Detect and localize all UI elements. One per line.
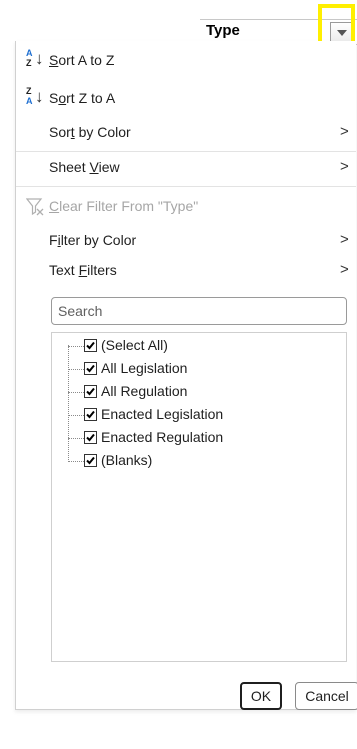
menu-separator	[16, 151, 356, 152]
filter-by-color-label: Filter by Color	[49, 232, 137, 248]
checkbox[interactable]	[84, 408, 97, 421]
tree-branch	[68, 369, 84, 370]
text-filters-item[interactable]: Text Filters >	[16, 257, 356, 285]
sort-z-to-a-label: Sort Z to A	[49, 90, 116, 106]
filter-by-color-item[interactable]: Filter by Color >	[16, 227, 356, 255]
checkbox[interactable]	[84, 385, 97, 398]
submenu-arrow-icon: >	[340, 261, 349, 278]
checkbox[interactable]	[84, 454, 97, 467]
checkbox[interactable]	[84, 339, 97, 352]
sort-icon-top-letter: Z	[26, 86, 32, 96]
list-item[interactable]: Enacted Legislation	[52, 404, 342, 426]
list-item-label: Enacted Regulation	[101, 429, 224, 445]
tree-branch	[68, 438, 84, 439]
text-filters-label: Text Filters	[49, 262, 117, 278]
list-item[interactable]: All Legislation	[52, 358, 342, 380]
tree-branch	[68, 346, 84, 347]
submenu-arrow-icon: >	[340, 231, 349, 248]
list-item-label: Enacted Legislation	[101, 406, 224, 422]
sort-icon-bottom-letter: Z	[26, 58, 32, 68]
sort-icon-bottom-letter: A	[26, 96, 33, 106]
search-input[interactable]	[51, 297, 347, 325]
sheet-view-label: Sheet View	[49, 159, 120, 175]
list-item-label: All Regulation	[101, 383, 188, 399]
down-arrow-icon: ↓	[35, 87, 44, 106]
list-item[interactable]: (Blanks)	[52, 450, 342, 472]
tree-branch	[68, 392, 84, 393]
down-arrow-icon: ↓	[35, 49, 44, 68]
sort-a-to-z-label: Sort A to Z	[49, 52, 115, 68]
sort-icon-top-letter: A	[26, 48, 33, 58]
autofilter-menu: A Z ↓ Sort A to Z Z A ↓ Sort Z to A Sort…	[15, 41, 357, 710]
list-item[interactable]: All Regulation	[52, 381, 342, 403]
list-item-label: (Select All)	[101, 337, 168, 353]
checkbox[interactable]	[84, 431, 97, 444]
checkbox[interactable]	[84, 362, 97, 375]
list-item-label: All Legislation	[101, 360, 188, 376]
sort-by-color-label: Sort by Color	[49, 124, 131, 140]
sort-ascending-icon: A Z ↓	[26, 48, 48, 72]
sort-a-to-z-item[interactable]: A Z ↓ Sort A to Z	[16, 47, 356, 75]
sheet-view-item[interactable]: Sheet View >	[16, 154, 356, 182]
list-item[interactable]: (Select All)	[52, 335, 342, 357]
clear-filter-item[interactable]: Clear Filter From "Type"	[16, 193, 356, 221]
tree-branch	[68, 415, 84, 416]
clear-filter-label: Clear Filter From "Type"	[49, 198, 199, 214]
submenu-arrow-icon: >	[340, 123, 349, 140]
clear-filter-icon	[26, 198, 44, 216]
tree-branch	[68, 461, 84, 462]
column-header-title: Type	[206, 22, 240, 39]
sort-by-color-item[interactable]: Sort by Color >	[16, 119, 356, 147]
menu-separator	[16, 186, 356, 187]
ok-button[interactable]: OK	[240, 682, 282, 710]
filter-values-list[interactable]: (Select All) All Legislation All Regulat…	[51, 332, 347, 662]
sort-descending-icon: Z A ↓	[26, 86, 48, 110]
cancel-button[interactable]: Cancel	[295, 682, 357, 710]
list-item[interactable]: Enacted Regulation	[52, 427, 342, 449]
submenu-arrow-icon: >	[340, 158, 349, 175]
sort-z-to-a-item[interactable]: Z A ↓ Sort Z to A	[16, 85, 356, 113]
list-item-label: (Blanks)	[101, 452, 153, 468]
